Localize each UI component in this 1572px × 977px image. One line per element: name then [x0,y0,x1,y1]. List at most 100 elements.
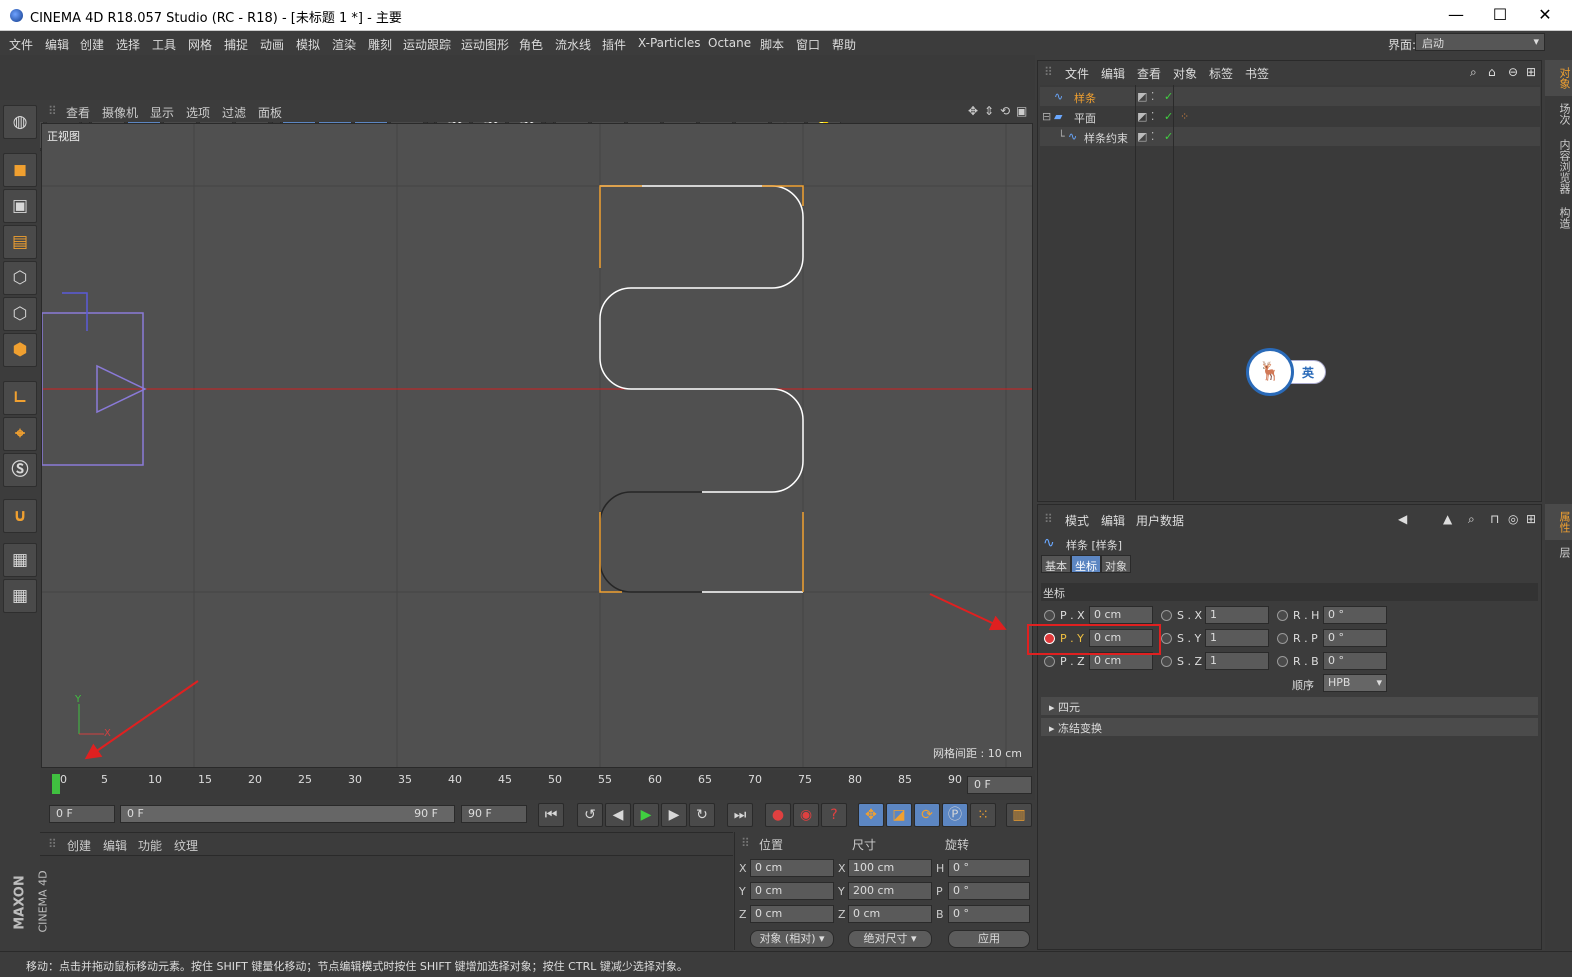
search-icon[interactable]: ⌕ [1470,65,1477,80]
menu-sculpt[interactable]: 雕刻 [368,36,392,53]
tab-coordinates[interactable]: 坐标 [1071,555,1101,573]
points-mode-button[interactable]: ⬡ [3,261,37,295]
sy-field[interactable]: 1 [1205,629,1269,647]
viewport-rotate-icon[interactable]: ⟲ [1000,104,1010,118]
menu-animate[interactable]: 动画 [260,36,284,53]
menu-character[interactable]: 角色 [519,36,543,53]
om-menu-edit[interactable]: 编辑 [1101,65,1125,82]
end-frame-field[interactable]: 90 F [461,805,527,823]
texture-mode-button[interactable]: ▣ [3,189,37,223]
timeline-window-button[interactable]: ▥ [1006,803,1032,827]
viewport-menu-display[interactable]: 显示 [150,104,174,121]
prev-key-button[interactable]: ↺ [577,803,603,827]
keyframe-radio[interactable] [1044,610,1055,621]
rotation-b-field[interactable]: 0 ° [948,905,1030,923]
next-frame-button[interactable]: ▶ [661,803,687,827]
viewport-dolly-icon[interactable]: ⇕ [984,104,994,118]
menu-tools[interactable]: 工具 [152,36,176,53]
keyframe-radio[interactable] [1277,656,1288,667]
om-menu-file[interactable]: 文件 [1065,65,1089,82]
viewport-menu-camera[interactable]: 摄像机 [102,104,138,121]
maximize-button[interactable]: ☐ [1485,5,1515,25]
material-area[interactable] [40,855,733,951]
object-row-plane[interactable]: ⊟ ▰ 平面 ◩ ⁚ ✓ ⁘ [1040,107,1540,126]
menu-file[interactable]: 文件 [9,36,33,53]
menu-select[interactable]: 选择 [116,36,140,53]
menu-render[interactable]: 渲染 [332,36,356,53]
start-frame-field[interactable]: 0 F [49,805,115,823]
keyframe-radio[interactable] [1277,633,1288,644]
rh-field[interactable]: 0 ° [1323,606,1387,624]
keyframe-radio[interactable] [1161,610,1172,621]
menu-window[interactable]: 窗口 [796,36,820,53]
viewport-menu-view[interactable]: 查看 [66,104,90,121]
px-field[interactable]: 0 cm [1089,606,1153,624]
tab-attributes[interactable]: 属性 [1545,504,1572,540]
tab-object[interactable]: 对象 [1101,555,1131,573]
enabled-check-icon[interactable]: ✓ [1164,90,1173,103]
position-x-field[interactable]: 0 cm [750,859,834,877]
viewport-menu-filter[interactable]: 过滤 [222,104,246,121]
enabled-check-icon[interactable]: ✓ [1164,110,1173,123]
tweak-mode-button[interactable]: ⌖ [3,417,37,451]
enabled-check-icon[interactable]: ✓ [1164,130,1173,143]
menu-help[interactable]: 帮助 [832,36,856,53]
keyframe-radio[interactable] [1161,656,1172,667]
rotation-order-dropdown[interactable]: HPB ▾ [1323,674,1387,692]
record-keys-button[interactable]: ● [765,803,791,827]
rp-field[interactable]: 0 ° [1323,629,1387,647]
home-icon[interactable]: ⌂ [1488,65,1496,79]
visibility-icon[interactable]: ◩ ⁚ [1137,90,1154,103]
om-menu-view[interactable]: 查看 [1137,65,1161,82]
om-menu-tags[interactable]: 标签 [1209,65,1233,82]
key-scale-button[interactable]: ◪ [886,803,912,827]
menu-motion-tracker[interactable]: 运动跟踪 [403,36,451,53]
prev-frame-button[interactable]: ◀ [605,803,631,827]
key-pla-button[interactable]: ⁙ [970,803,996,827]
keyframe-radio[interactable] [1161,633,1172,644]
key-parameter-button[interactable]: Ⓟ [942,803,968,827]
convert-button[interactable]: ◍ [3,105,37,139]
size-z-field[interactable]: 0 cm [848,905,932,923]
viewport-menu-panel[interactable]: 面板 [258,104,282,121]
size-y-field[interactable]: 200 cm [848,882,932,900]
apply-button[interactable]: 应用 [948,930,1030,948]
position-z-field[interactable]: 0 cm [750,905,834,923]
am-menu-mode[interactable]: 模式 [1065,512,1089,529]
goto-end-button[interactable]: ⏭ [727,803,753,827]
material-tag-icon[interactable]: ⁘ [1180,110,1189,123]
preview-range-slider[interactable]: 0 F 90 F [120,805,455,823]
timeline-ruler[interactable] [40,770,1035,800]
tab-content-browser[interactable]: 内容浏览器 [1545,132,1572,200]
tab-layers[interactable]: 层 [1545,540,1572,564]
om-menu-objects[interactable]: 对象 [1173,65,1197,82]
workplane-button[interactable]: ▤ [3,225,37,259]
size-x-field[interactable]: 100 cm [848,859,932,877]
close-button[interactable]: ✕ [1530,5,1560,25]
collapse-icon[interactable]: ⊟ [1042,110,1051,123]
rotation-p-field[interactable]: 0 ° [948,882,1030,900]
visibility-icon[interactable]: ◩ ⁚ [1137,110,1154,123]
material-menu-texture[interactable]: 纹理 [174,837,198,854]
key-position-button[interactable]: ✥ [858,803,884,827]
viewport-menu-options[interactable]: 选项 [186,104,210,121]
menu-edit[interactable]: 编辑 [45,36,69,53]
layout-dropdown[interactable]: 启动 ▾ [1415,33,1545,51]
menu-plugins[interactable]: 插件 [602,36,626,53]
om-menu-bookmarks[interactable]: 书签 [1245,65,1269,82]
new-window-icon[interactable]: ⊞ [1526,512,1536,526]
coord-mode-dropdown[interactable]: 对象 (相对) ▾ [750,930,834,948]
menu-pipeline[interactable]: 流水线 [555,36,591,53]
tab-structure[interactable]: 构造 [1545,200,1572,236]
menu-script[interactable]: 脚本 [760,36,784,53]
new-window-icon[interactable]: ⊞ [1526,65,1536,79]
visibility-icon[interactable]: ◩ ⁚ [1137,130,1154,143]
object-row-spline-wrap[interactable]: └ ∿ 样条约束 ◩ ⁚ ✓ [1040,127,1540,146]
viewport-maximize-icon[interactable]: ▣ [1016,104,1027,118]
am-menu-edit[interactable]: 编辑 [1101,512,1125,529]
workplane-align-button[interactable]: ▦ [3,579,37,613]
menu-simulate[interactable]: 模拟 [296,36,320,53]
menu-octane[interactable]: Octane [708,36,751,50]
play-button[interactable]: ▶ [633,803,659,827]
freeze-transform-section[interactable]: ▸ 冻结变换 [1041,718,1538,736]
